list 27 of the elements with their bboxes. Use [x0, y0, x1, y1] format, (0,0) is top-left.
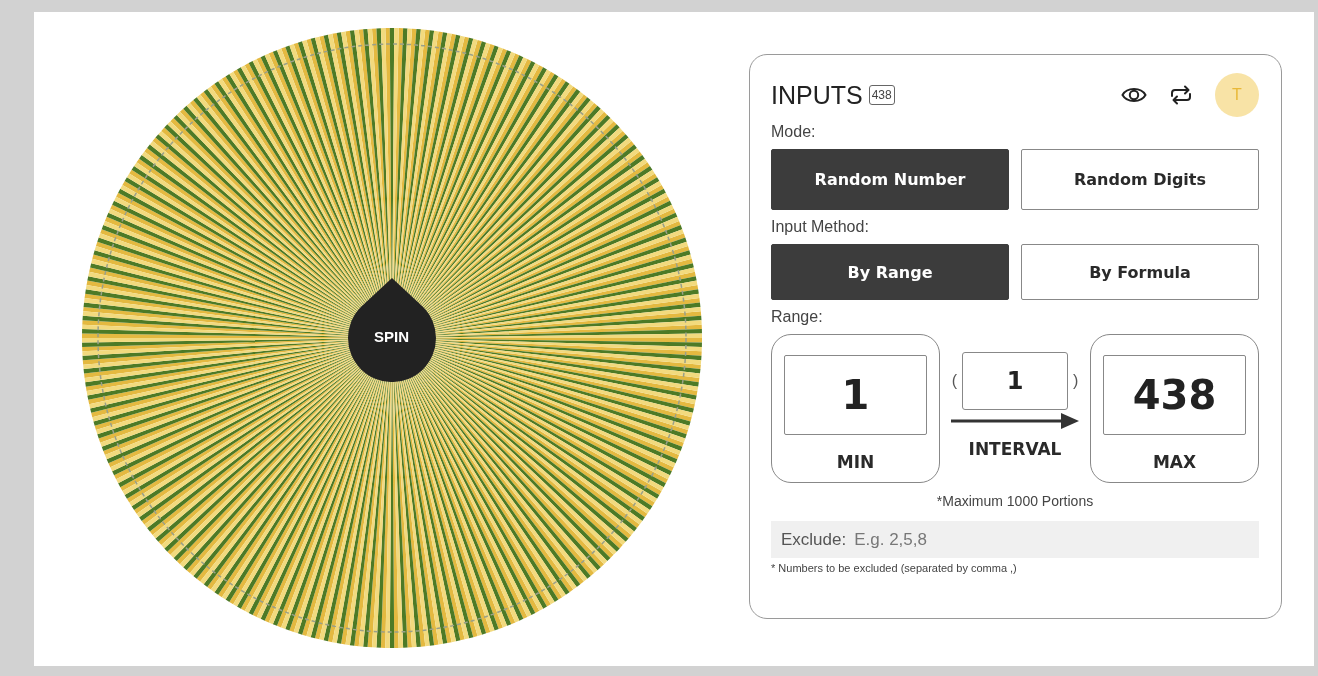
- panel-title: INPUTS: [771, 80, 863, 110]
- max-field[interactable]: 438: [1103, 355, 1246, 435]
- section-label: Mode:: [771, 123, 817, 141]
- option-button[interactable]: Random Number: [771, 149, 1009, 210]
- repeat-icon[interactable]: [1169, 84, 1193, 106]
- exclude-input[interactable]: E.g. 2,5,8: [852, 528, 1259, 551]
- field-caption: MIN: [836, 452, 875, 472]
- paren: ): [1073, 372, 1079, 390]
- min-field[interactable]: 1: [784, 355, 927, 435]
- field-caption: MAX: [1152, 452, 1197, 472]
- section-label: Range:: [771, 308, 824, 326]
- exclude-note: * Numbers to be excluded (separated by comma ,): [771, 562, 1018, 574]
- count-badge: 438: [868, 85, 895, 105]
- section-label: Input Method:: [771, 218, 870, 236]
- wheel-drawing[interactable]: [81, 28, 702, 648]
- option-button[interactable]: By Formula: [1021, 244, 1259, 300]
- interval-field[interactable]: 1: [962, 352, 1068, 410]
- eye-icon[interactable]: [1121, 85, 1147, 105]
- option-button[interactable]: By Range: [771, 244, 1009, 300]
- arrow-icon: [951, 413, 1079, 429]
- spin-button[interactable]: SPIN: [347, 278, 436, 382]
- exclude-label: Exclude:: [781, 529, 847, 550]
- field-caption: INTERVAL: [968, 439, 1062, 459]
- option-button[interactable]: Random Digits: [1021, 149, 1259, 210]
- range-note: *Maximum 1000 Portions: [935, 493, 1095, 509]
- exclude-field[interactable]: Exclude: E.g. 2,5,8: [771, 521, 1259, 558]
- paren: (: [951, 372, 957, 390]
